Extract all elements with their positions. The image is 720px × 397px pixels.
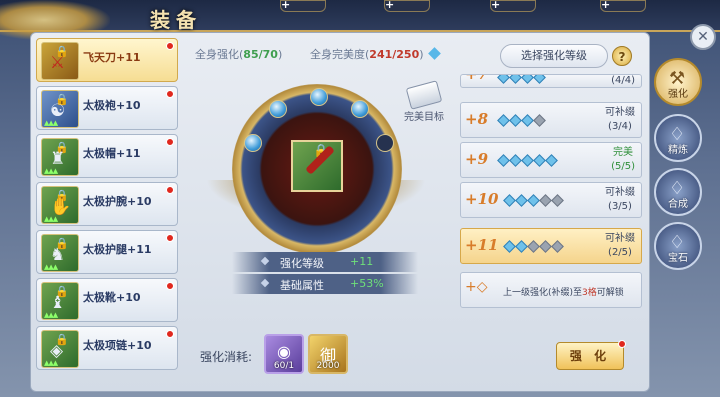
equipment-list: 🔒 ⚔ 飞天刀+11 🔒 ☯ ▲▲▲ 太极袍+10 🔒 ♜ ▲▲▲ 太极帽+11 🔒 ✋ ▲▲… xyxy=(36,38,180,378)
notify-dot xyxy=(166,234,174,242)
gem-orb xyxy=(310,88,328,106)
gold-coin-icon[interactable]: 御 2000 xyxy=(308,334,348,374)
enhance-button[interactable]: 强 化 xyxy=(556,340,626,370)
unlock-hint-row: +◇ 上一级强化(补缀)至3格可解锁 xyxy=(460,272,642,308)
notify-dot xyxy=(166,186,174,194)
close-button[interactable]: ✕ xyxy=(690,24,716,50)
lock-gem-icon: +◇ xyxy=(465,279,488,295)
full-enhance-summary: 全身强化(85/70) xyxy=(195,48,283,61)
level-row[interactable]: +10 可补缀 (3/5) xyxy=(460,182,642,218)
tab-enhance[interactable]: ⚒ 强化 xyxy=(654,58,702,106)
equipment-item[interactable]: 🔒 ✋ ▲▲▲ 太极护腕+10 xyxy=(36,182,178,226)
select-level-button[interactable]: 选择强化等级 xyxy=(500,44,608,68)
equipment-item[interactable]: 🔒 ⚔ 飞天刀+11 xyxy=(36,38,178,82)
level-row[interactable]: +8 可补缀 (3/4) xyxy=(460,102,642,138)
stat-row: 基础属性 +53% xyxy=(232,274,418,294)
currency-slot[interactable]: + xyxy=(600,0,646,12)
top-bar: 装备 + + + + xyxy=(0,0,720,40)
tab-refine[interactable]: ♢ 精炼 xyxy=(654,114,702,162)
stat-row: 强化等级 +11 xyxy=(232,252,418,272)
equipment-item[interactable]: 🔒 ♜ ▲▲▲ 太极帽+11 xyxy=(36,134,178,178)
gem-orb xyxy=(244,134,262,152)
gem-orb xyxy=(351,100,369,118)
tab-gem[interactable]: ♢ 宝石 xyxy=(654,222,702,270)
currency-slot[interactable]: + xyxy=(384,0,430,12)
level-row[interactable]: +7 (4/4) xyxy=(460,74,642,88)
full-perfect-summary: 全身完美度(241/250) xyxy=(310,46,441,62)
greaves-icon: 🔒 ♞ ▲▲▲ xyxy=(41,234,79,272)
consume-label: 强化消耗: xyxy=(200,350,253,364)
level-row-current[interactable]: +11 可补缀 (2/5) xyxy=(460,228,642,264)
boots-icon: 🔒 ♝ ▲▲▲ xyxy=(41,282,79,320)
notify-dot xyxy=(618,340,626,348)
tab-compose[interactable]: ♢ 合成 xyxy=(654,168,702,216)
gem-orb xyxy=(269,100,287,118)
selected-equipment-icon: 🔒 xyxy=(291,140,343,192)
page-title: 装备 xyxy=(150,8,202,32)
equipment-item[interactable]: 🔒 ♞ ▲▲▲ 太极护腿+11 xyxy=(36,230,178,274)
equipment-item[interactable]: 🔒 ◈ ▲▲▲ 太极项链+10 xyxy=(36,326,178,370)
perfect-target[interactable]: 完美目标 xyxy=(398,80,450,123)
help-icon[interactable]: ? xyxy=(612,46,632,66)
notify-dot xyxy=(166,42,174,50)
notify-dot xyxy=(166,90,174,98)
robe-icon: 🔒 ☯ ▲▲▲ xyxy=(41,90,79,128)
hat-icon: 🔒 ♜ ▲▲▲ xyxy=(41,138,79,176)
blade-icon: 🔒 ⚔ xyxy=(41,42,79,80)
equipment-item[interactable]: 🔒 ♝ ▲▲▲ 太极靴+10 xyxy=(36,278,178,322)
notify-dot xyxy=(166,282,174,290)
level-row[interactable]: +9 完美 (5/5) xyxy=(460,142,642,178)
scroll-icon xyxy=(405,80,443,110)
currency-slot[interactable]: + xyxy=(280,0,326,12)
bracer-icon: 🔒 ✋ ▲▲▲ xyxy=(41,186,79,224)
enhance-stone-icon[interactable]: ◉ 60/1 xyxy=(264,334,304,374)
notify-dot xyxy=(166,330,174,338)
gem-orb-empty xyxy=(376,134,394,152)
necklace-icon: 🔒 ◈ ▲▲▲ xyxy=(41,330,79,368)
notify-dot xyxy=(166,138,174,146)
gem-icon xyxy=(427,47,441,60)
currency-slot[interactable]: + xyxy=(490,0,536,12)
equipment-item[interactable]: 🔒 ☯ ▲▲▲ 太极袍+10 xyxy=(36,86,178,130)
